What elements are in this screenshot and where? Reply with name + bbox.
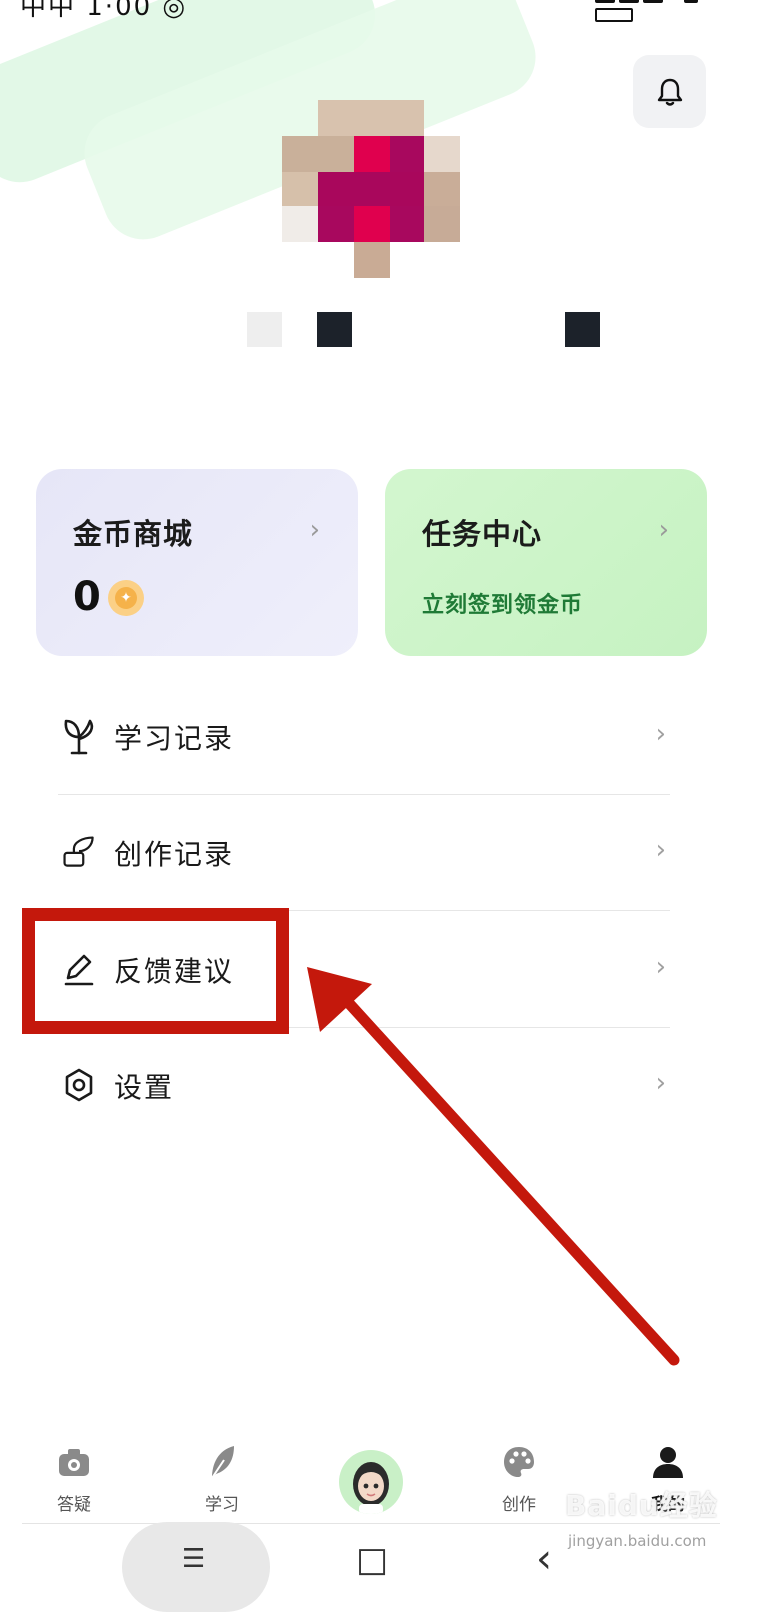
status-bar-time: 中中 1·00 ◎ xyxy=(20,0,188,22)
system-home-button[interactable]: □ xyxy=(356,1540,388,1580)
camera-icon xyxy=(59,1449,89,1476)
chevron-right-icon: › xyxy=(309,515,320,545)
menu-item-creation-record[interactable]: 创作记录 › xyxy=(58,795,670,911)
tab-label: 学习 xyxy=(205,1495,239,1515)
menu-item-label: 设置 xyxy=(114,1071,175,1104)
chevron-right-icon: › xyxy=(655,835,666,865)
system-back-button[interactable]: ‹ xyxy=(536,1536,552,1582)
menu-icon: ☰ xyxy=(182,1544,206,1574)
task-center-card[interactable]: 任务中心 › 立刻签到领金币 xyxy=(385,469,707,656)
menu-item-label: 学习记录 xyxy=(114,722,235,755)
tab-answers[interactable]: 答疑 xyxy=(29,1444,119,1515)
tab-create[interactable]: 创作 xyxy=(474,1444,564,1515)
status-bar-indicators xyxy=(595,0,735,22)
task-center-subtitle: 立刻签到领金币 xyxy=(422,593,584,618)
person-icon xyxy=(653,1447,683,1478)
coin-shop-title: 金币商城 xyxy=(73,517,194,551)
notifications-button[interactable] xyxy=(633,55,706,128)
username-pixelated xyxy=(112,312,612,348)
quill-icon xyxy=(63,836,94,867)
sprout-icon xyxy=(64,719,94,755)
palette-icon xyxy=(504,1447,534,1477)
menu-item-settings[interactable]: 设置 › xyxy=(58,1028,670,1144)
feather-icon xyxy=(211,1446,234,1479)
bell-icon xyxy=(657,78,682,106)
watermark-url: jingyan.baidu.com xyxy=(568,1532,707,1550)
chevron-right-icon: › xyxy=(658,515,669,545)
tab-label: 创作 xyxy=(502,1495,536,1515)
hex-settings-icon xyxy=(65,1068,93,1102)
coin-balance: 0 xyxy=(73,574,101,620)
chevron-right-icon: › xyxy=(655,952,666,982)
system-menu-button[interactable]: ☰ xyxy=(122,1522,270,1612)
task-center-title: 任务中心 xyxy=(422,517,543,551)
chevron-right-icon: › xyxy=(655,1068,666,1098)
tab-study[interactable]: 学习 xyxy=(177,1444,267,1515)
chevron-right-icon: › xyxy=(655,719,666,749)
menu-item-study-record[interactable]: 学习记录 › xyxy=(58,679,670,795)
annotation-highlight-box xyxy=(22,908,289,1034)
coin-icon: ✦ xyxy=(108,580,144,616)
menu-item-label: 创作记录 xyxy=(114,838,235,871)
coin-shop-card[interactable]: 金币商城 › 0 ✦ xyxy=(36,469,358,656)
user-avatar[interactable] xyxy=(282,100,460,278)
assistant-avatar-icon[interactable] xyxy=(339,1450,403,1514)
watermark-logo: Baidu经验 xyxy=(565,1489,718,1522)
tab-label: 答疑 xyxy=(57,1495,91,1515)
